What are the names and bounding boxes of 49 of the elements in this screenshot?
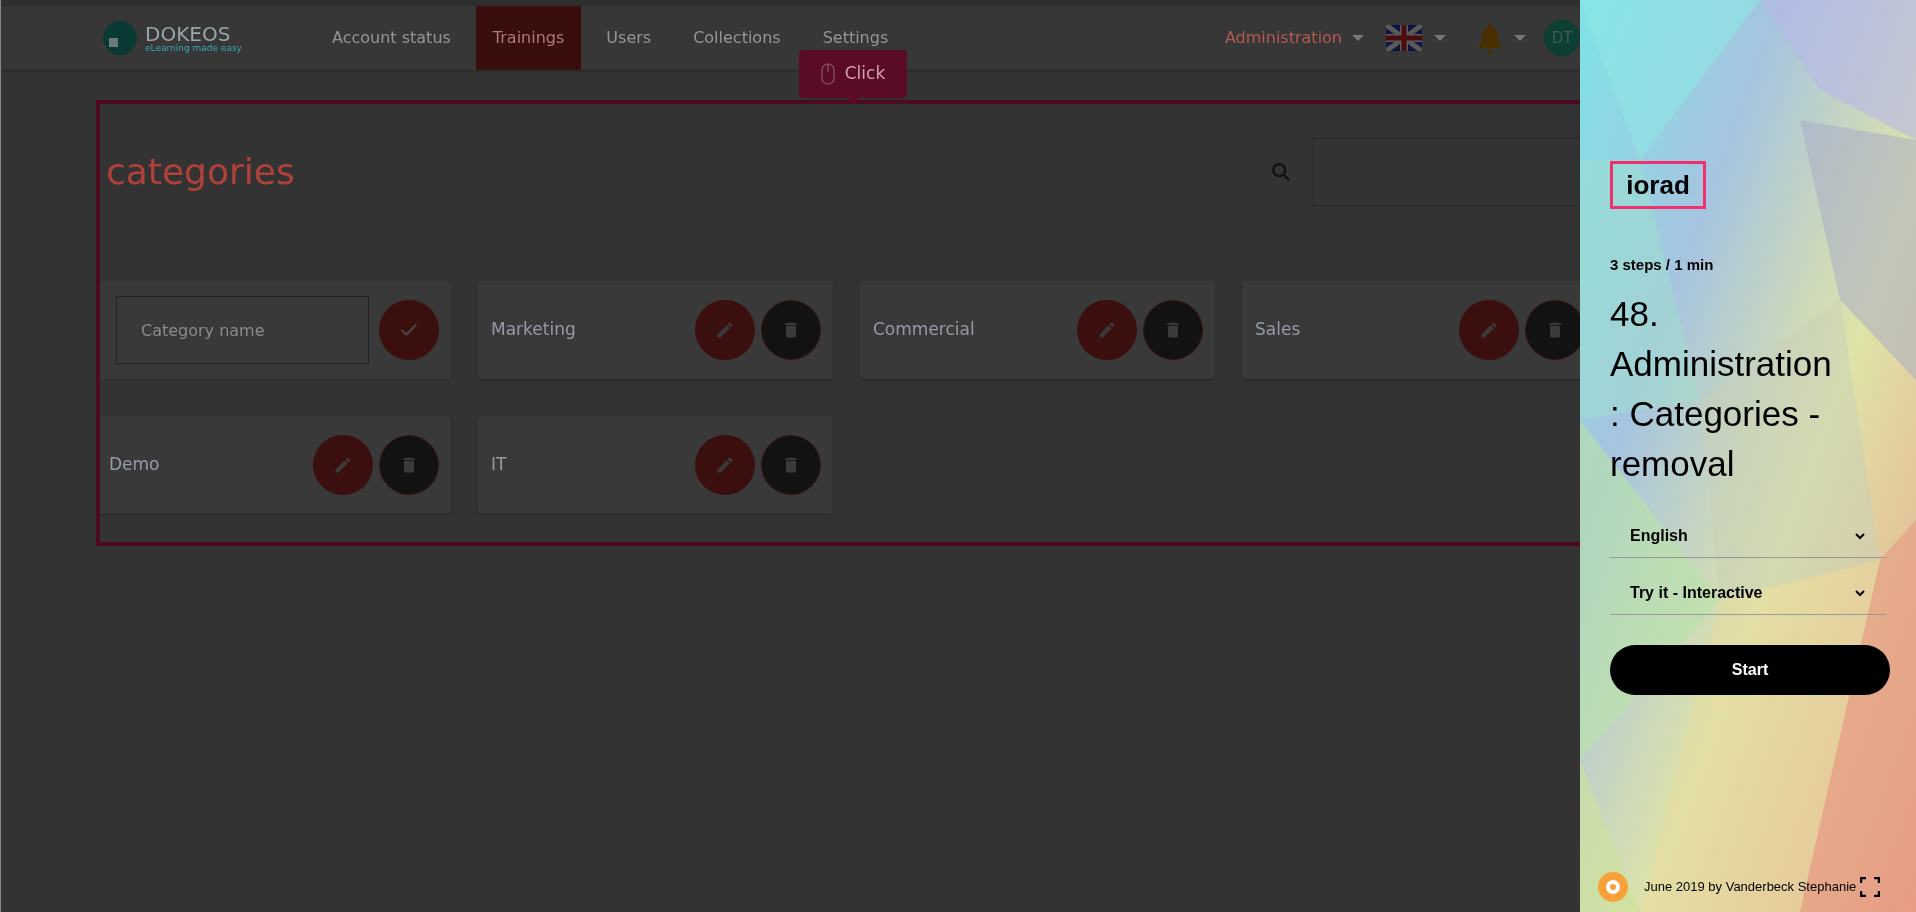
- category-name-field[interactable]: Category name: [116, 296, 369, 364]
- logo-name: DOKEOS: [145, 23, 232, 44]
- nav-tab[interactable]: Users: [589, 6, 669, 70]
- nav-tab[interactable]: Collections: [676, 6, 798, 70]
- administration-menu[interactable]: Administration: [1224, 26, 1364, 50]
- logo-tagline: eLearning made easy: [145, 43, 242, 53]
- pencil-icon: [715, 320, 735, 340]
- pencil-icon: [1479, 320, 1499, 340]
- bell-icon: [1476, 22, 1504, 54]
- tutorial-meta: 3 steps / 1 min: [1610, 255, 1715, 275]
- chevron-down-icon: [1854, 588, 1866, 597]
- pencil-icon: [715, 455, 735, 475]
- page-title: categories: [106, 149, 296, 194]
- notifications-menu[interactable]: [1476, 22, 1526, 54]
- chevron-down-icon: [1854, 531, 1866, 540]
- tutorial-title: 48. Administration : Categories - removal: [1610, 292, 1833, 485]
- author-credit: June 2019 by Vanderbeck Stephanie: [1644, 878, 1857, 897]
- nav-tab[interactable]: Account status: [315, 6, 468, 70]
- nav-tab[interactable]: Trainings: [475, 6, 582, 70]
- delete-button[interactable]: [1525, 300, 1580, 360]
- caret-icon: [1434, 35, 1446, 41]
- search-field[interactable]: [1312, 137, 1580, 206]
- logo-icon: [103, 21, 137, 55]
- category-name: Marketing: [491, 318, 577, 342]
- caret-icon: [1514, 35, 1526, 41]
- confirm-button[interactable]: [379, 300, 439, 360]
- edit-button[interactable]: [695, 435, 755, 495]
- fullscreen-icon[interactable]: [1860, 877, 1881, 897]
- dropdown-select[interactable]: Try it - Interactive: [1610, 571, 1886, 615]
- language-menu[interactable]: [1386, 25, 1446, 51]
- mouse-icon: [820, 63, 835, 85]
- author-avatar-icon: [1598, 872, 1628, 902]
- iorad-logo: iorad: [1610, 161, 1706, 209]
- edit-button[interactable]: [313, 435, 373, 495]
- dropdown-select[interactable]: English: [1610, 514, 1886, 558]
- pencil-icon: [333, 455, 353, 475]
- caret-icon: [1352, 35, 1364, 41]
- flag-icon: [1386, 25, 1422, 51]
- edit-button[interactable]: [695, 300, 755, 360]
- edit-button[interactable]: [1077, 300, 1137, 360]
- start-button[interactable]: Start: [1610, 644, 1890, 695]
- category-name: Commercial: [873, 318, 976, 342]
- edit-button[interactable]: [1459, 300, 1519, 360]
- category-name: IT: [491, 453, 508, 477]
- pencil-icon: [1097, 320, 1117, 340]
- search-icon: [1270, 160, 1292, 183]
- category-name: Sales: [1255, 318, 1302, 342]
- tooltip-label: Click: [844, 62, 886, 86]
- category-name: Demo: [109, 453, 161, 477]
